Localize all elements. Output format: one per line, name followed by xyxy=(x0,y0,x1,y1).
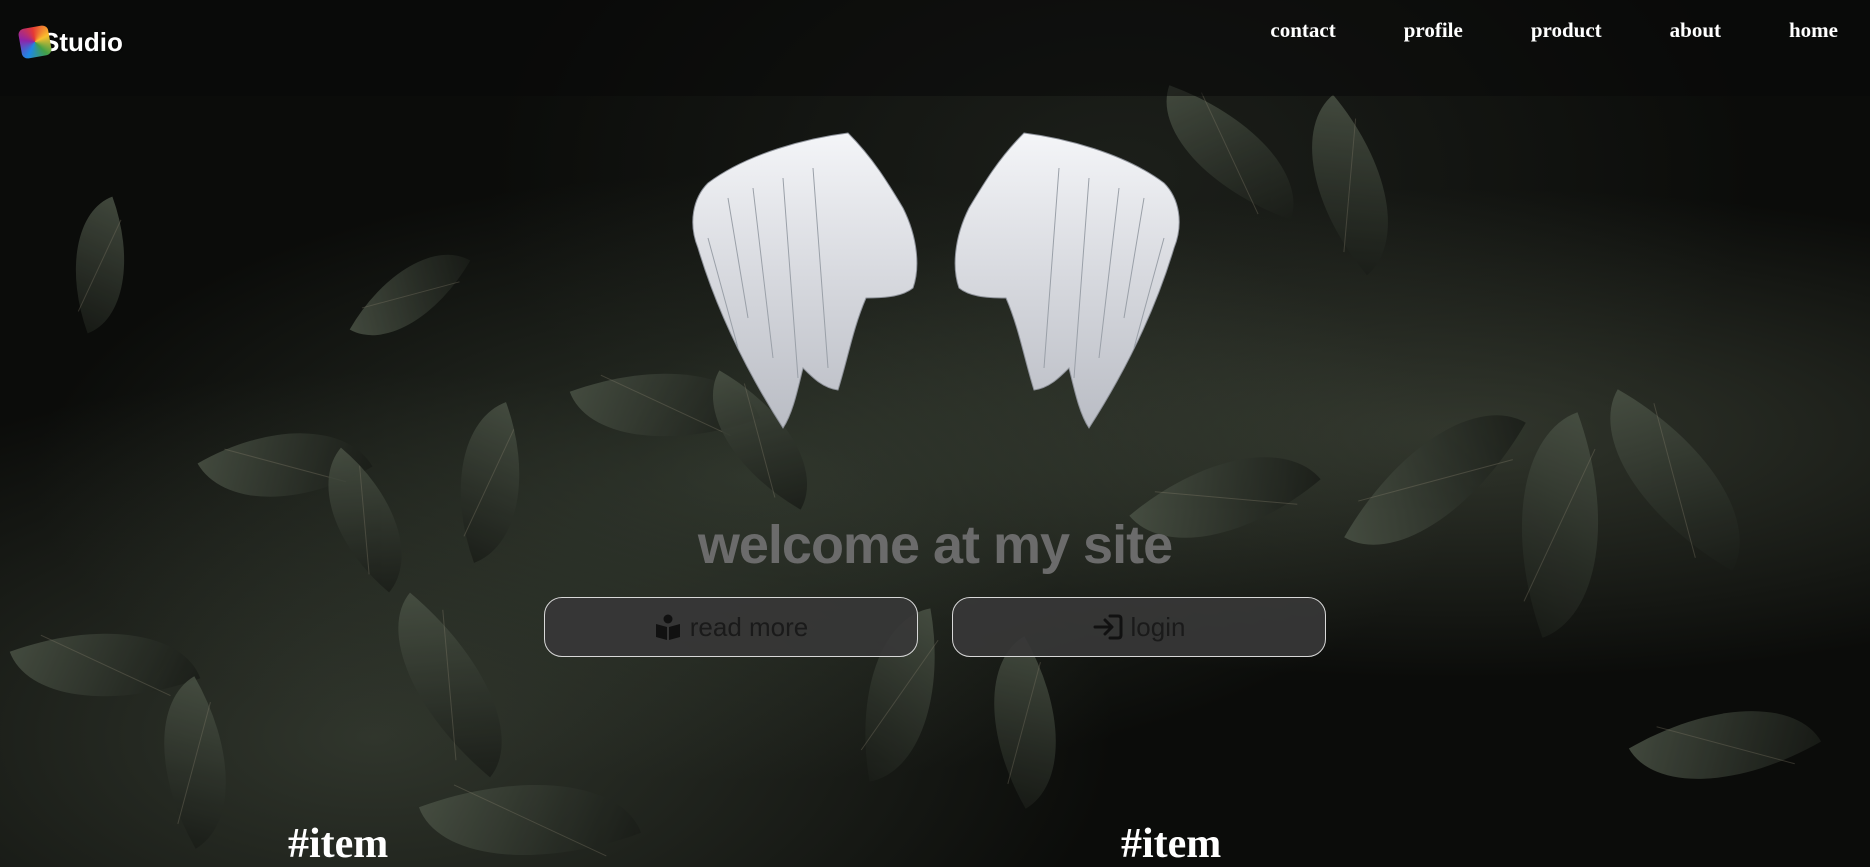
angel-wings-image xyxy=(692,132,1180,429)
item-heading: #item xyxy=(288,821,389,867)
logo-mark-icon xyxy=(17,24,53,60)
right-wing xyxy=(954,132,1180,429)
nav-link-home[interactable]: home xyxy=(1789,18,1838,43)
nav-links: contact profile product about home xyxy=(1202,18,1838,43)
login-button[interactable]: login xyxy=(952,597,1326,657)
read-more-button[interactable]: read more xyxy=(544,597,918,657)
nav-link-contact[interactable]: contact xyxy=(1270,18,1335,43)
read-more-label: read more xyxy=(689,611,809,642)
left-wing xyxy=(692,132,918,429)
nav-link-profile[interactable]: profile xyxy=(1404,18,1463,43)
sign-in-icon xyxy=(1093,614,1123,640)
navbar: Studio contact profile product about hom… xyxy=(0,0,1870,96)
book-reader-icon xyxy=(655,614,680,640)
login-label: login xyxy=(1130,611,1186,642)
page: Studio contact profile product about hom… xyxy=(0,0,1870,867)
hero-title: welcome at my site xyxy=(697,515,1173,575)
nav-link-about[interactable]: about xyxy=(1670,18,1721,43)
logo-text: Studio xyxy=(42,26,123,57)
item-heading: #item xyxy=(1121,821,1222,867)
nav-link-product[interactable]: product xyxy=(1531,18,1602,43)
logo[interactable]: Studio xyxy=(17,22,123,62)
